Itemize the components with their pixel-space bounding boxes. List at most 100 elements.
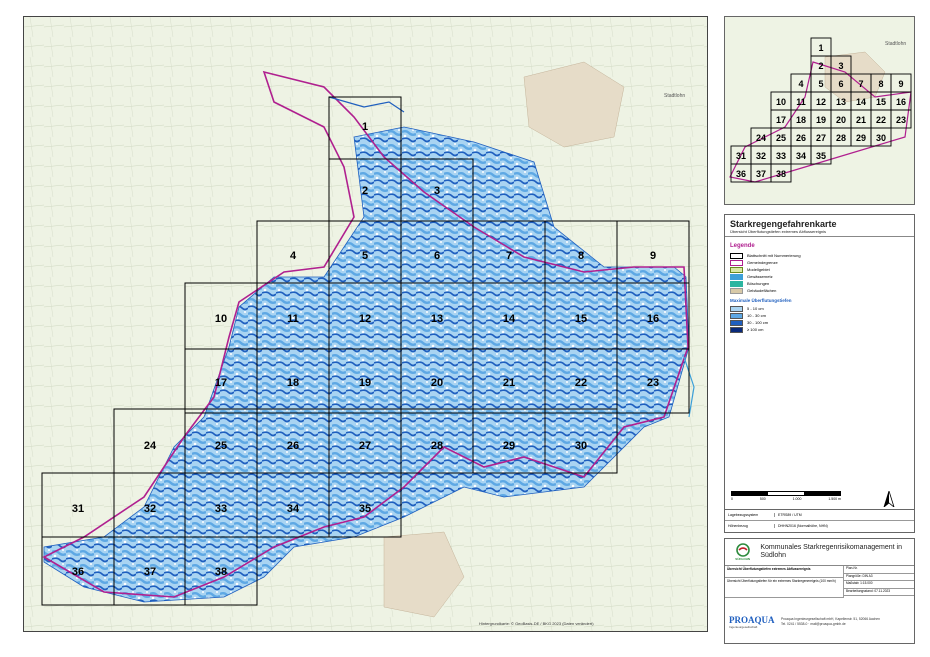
inset-tile-38: 38 xyxy=(776,169,786,179)
tile-label-31: 31 xyxy=(72,503,84,515)
overview-inset[interactable]: 1 2 3 4 5 6 7 8 9 10 11 12 13 14 15 16 1… xyxy=(724,16,915,205)
tile-label-17: 17 xyxy=(215,377,227,389)
inset-tile-19: 19 xyxy=(816,115,826,125)
tile-label-37: 37 xyxy=(144,566,156,578)
inset-tile-9: 9 xyxy=(898,79,903,89)
depth-legend-item: 10 - 30 cm xyxy=(730,312,909,319)
tile-label-25: 25 xyxy=(215,440,227,452)
legend-item: Gebäudeflächen xyxy=(730,287,909,294)
inset-tile-37: 37 xyxy=(756,169,766,179)
legend-swatch xyxy=(730,266,743,273)
tile-label-2: 2 xyxy=(362,185,368,197)
tile-label-28: 28 xyxy=(431,440,443,452)
meta-value-1: DHHN2016 (Normalhöhe, NHN) xyxy=(778,524,828,528)
tile-label-27: 27 xyxy=(359,440,371,452)
inset-tile-27: 27 xyxy=(816,133,826,143)
legend-label: Gebäudeflächen xyxy=(747,288,777,293)
inset-canvas: 1 2 3 4 5 6 7 8 9 10 11 12 13 14 15 16 1… xyxy=(725,17,914,204)
inset-tile-11: 11 xyxy=(796,97,806,107)
main-map[interactable]: 1 2 3 4 5 6 7 8 9 10 11 12 13 14 15 16 1… xyxy=(23,16,708,632)
legend-panel: Starkregengefahrenkarte Übersicht Überfl… xyxy=(724,214,915,528)
row-right-2: Maßstab: 1:15.000 xyxy=(844,581,914,589)
inset-tile-28: 28 xyxy=(836,133,846,143)
row-right-1: Plangröße: DIN A3 xyxy=(844,574,914,581)
tile-label-15: 15 xyxy=(575,313,587,325)
legend-label: Gewässernetz xyxy=(747,274,773,279)
legend-item: Gewässernetz xyxy=(730,273,909,280)
row-right-0: Plan-Nr. xyxy=(844,566,914,574)
depth-heading: Maximale Überflutungstiefen xyxy=(730,298,792,303)
inset-tile-10: 10 xyxy=(776,97,786,107)
depth-label: 5 - 10 cm xyxy=(747,306,764,311)
inset-tile-26: 26 xyxy=(796,133,806,143)
depth-swatch xyxy=(730,319,743,326)
tile-label-8: 8 xyxy=(578,250,584,262)
tile-label-26: 26 xyxy=(287,440,299,452)
legend-swatch xyxy=(730,280,743,287)
depth-label: 10 - 30 cm xyxy=(747,313,766,318)
scale-tick-3: 1.500 m xyxy=(828,497,841,501)
tile-label-24: 24 xyxy=(144,440,157,452)
inset-tile-30: 30 xyxy=(876,133,886,143)
inset-tile-34: 34 xyxy=(796,151,806,161)
map-title: Starkregengefahrenkarte xyxy=(730,219,837,229)
inset-tile-13: 13 xyxy=(836,97,846,107)
tile-label-34: 34 xyxy=(287,503,300,515)
project-title: Kommunales Starkregenrisikomanagement in… xyxy=(760,544,902,559)
tile-label-9: 9 xyxy=(650,250,656,262)
meta-value-0: ETRS89 / UTM xyxy=(778,513,802,517)
inset-tile-16: 16 xyxy=(896,97,906,107)
inset-tile-5: 5 xyxy=(818,79,823,89)
legend-item: Modellgebiet xyxy=(730,266,909,273)
tile-label-4: 4 xyxy=(290,250,297,262)
tile-label-32: 32 xyxy=(144,503,156,515)
municipality-logo-text: SÜDLOHN xyxy=(735,557,751,561)
inset-tile-8: 8 xyxy=(878,79,883,89)
depth-legend-item: ≥ 100 cm xyxy=(730,326,909,333)
tile-label-33: 33 xyxy=(215,503,227,515)
inset-tile-14: 14 xyxy=(856,97,866,107)
map-town-label: Stadtlohn xyxy=(664,93,685,99)
inset-tile-29: 29 xyxy=(856,133,866,143)
tile-label-23: 23 xyxy=(647,377,659,389)
inset-tile-2: 2 xyxy=(818,61,823,71)
inset-tile-4: 4 xyxy=(798,79,803,89)
inset-tile-22: 22 xyxy=(876,115,886,125)
map-credits: Hintergrundkarte: © GeoBasis-DE / BKG 20… xyxy=(479,621,594,626)
legend-item: Blattschnitt mit Nummerierung xyxy=(730,252,909,259)
scale-bar: 0 500 1.000 1.500 m xyxy=(731,491,841,501)
inset-tile-15: 15 xyxy=(876,97,886,107)
tile-label-36: 36 xyxy=(72,566,84,578)
tile-label-5: 5 xyxy=(362,250,368,262)
depth-label: 30 - 100 cm xyxy=(747,320,769,325)
scale-tick-0: 0 xyxy=(731,497,733,501)
depth-swatch xyxy=(730,326,743,333)
meta-panel: Lagebezugssystem ETRS89 / UTM Höhenbezug… xyxy=(724,509,915,533)
inset-tile-6: 6 xyxy=(838,79,843,89)
tile-label-20: 20 xyxy=(431,377,443,389)
tile-label-38: 38 xyxy=(215,566,227,578)
legend-heading: Legende xyxy=(730,243,755,249)
legend-item: Böschungen xyxy=(730,280,909,287)
map-canvas: 1 2 3 4 5 6 7 8 9 10 11 12 13 14 15 16 1… xyxy=(24,17,707,631)
tile-label-3: 3 xyxy=(434,185,440,197)
inset-tile-36: 36 xyxy=(736,169,746,179)
tile-label-7: 7 xyxy=(506,250,512,262)
inset-tile-31: 31 xyxy=(736,151,746,161)
legend-swatch xyxy=(730,273,743,280)
legend-label: Gemeindegrenze xyxy=(747,260,778,265)
tile-label-12: 12 xyxy=(359,313,371,325)
legend-label: Blattschnitt mit Nummerierung xyxy=(747,253,801,258)
inset-tile-33: 33 xyxy=(776,151,786,161)
inset-town-label: Stadtlohn xyxy=(885,41,906,47)
scale-tick-2: 1.000 xyxy=(792,497,802,501)
tile-label-18: 18 xyxy=(287,377,299,389)
depth-swatch xyxy=(730,305,743,312)
legend-label: Modellgebiet xyxy=(747,267,770,272)
inset-tile-35: 35 xyxy=(816,151,826,161)
inset-tile-25: 25 xyxy=(776,133,786,143)
legend-item: Gemeindegrenze xyxy=(730,259,909,266)
inset-tile-23: 23 xyxy=(896,115,906,125)
row-left-0: Übersicht Überflutungstiefen extremes Ab… xyxy=(725,566,843,578)
inset-tile-12: 12 xyxy=(816,97,826,107)
